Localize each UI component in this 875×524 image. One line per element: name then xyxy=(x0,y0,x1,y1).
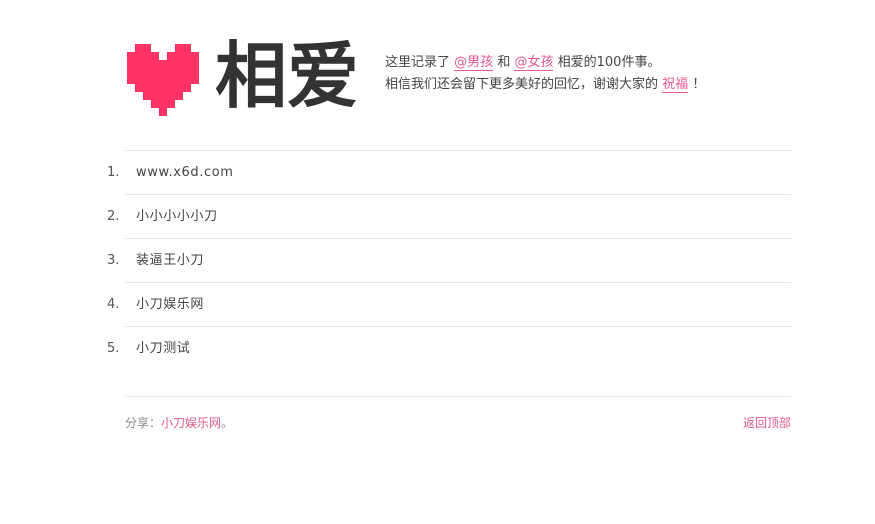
share-prefix: 分享： xyxy=(125,416,162,430)
page-footer: 分享：小刀娱乐网。 返回顶部 xyxy=(125,396,791,433)
intro-connector: 和 xyxy=(497,55,511,70)
list-item: 4. 小刀娱乐网 xyxy=(107,283,791,327)
list-item-number: 4. xyxy=(107,297,120,312)
intro-line2-prefix: 相信我们还会留下更多美好的回忆，谢谢大家的 xyxy=(385,77,659,92)
things-list: 1. www.x6d.com 2. 小小小小小刀 3. 装逼王小刀 4. 小刀娱… xyxy=(107,150,791,370)
bless-link[interactable]: 祝福 xyxy=(662,77,689,93)
back-to-top-link[interactable]: 返回顶部 xyxy=(743,413,791,433)
list-item-label: 装逼王小刀 xyxy=(136,253,205,268)
list-item: 1. www.x6d.com xyxy=(107,151,791,195)
list-item-number: 5. xyxy=(107,341,120,356)
list-item: 2. 小小小小小刀 xyxy=(107,195,791,239)
list-item-label: 小刀娱乐网 xyxy=(136,297,205,312)
share-suffix: 。 xyxy=(221,416,234,430)
list-item-number: 3. xyxy=(107,253,120,268)
list-item-label: 小刀测试 xyxy=(136,341,191,356)
list-item-label: www.x6d.com xyxy=(136,165,234,180)
girl-link[interactable]: @女孩 xyxy=(514,55,554,71)
intro-line1-suffix: 相爱的100件事。 xyxy=(557,55,661,70)
intro-line-1: 这里记录了 @男孩 和 @女孩 相爱的100件事。 xyxy=(385,52,705,74)
list-item: 3. 装逼王小刀 xyxy=(107,239,791,283)
page-header: 相爱 这里记录了 @男孩 和 @女孩 相爱的100件事。 相信我们还会留下更多美… xyxy=(127,34,792,120)
share-link[interactable]: 小刀娱乐网 xyxy=(161,416,221,430)
list-item-number: 1. xyxy=(107,165,120,180)
intro-line-2: 相信我们还会留下更多美好的回忆，谢谢大家的 祝福 ！ xyxy=(385,74,705,96)
intro-line1-prefix: 这里记录了 xyxy=(385,55,451,70)
list-item-number: 2. xyxy=(107,209,120,224)
page-title: 相爱 xyxy=(215,34,360,118)
heart-icon xyxy=(127,44,199,116)
intro-text: 这里记录了 @男孩 和 @女孩 相爱的100件事。 相信我们还会留下更多美好的回… xyxy=(385,52,705,96)
intro-line2-suffix: ！ xyxy=(692,77,706,92)
boy-link[interactable]: @男孩 xyxy=(454,55,494,71)
list-item-label: 小小小小小刀 xyxy=(136,209,218,224)
list-item: 5. 小刀测试 xyxy=(107,327,791,370)
